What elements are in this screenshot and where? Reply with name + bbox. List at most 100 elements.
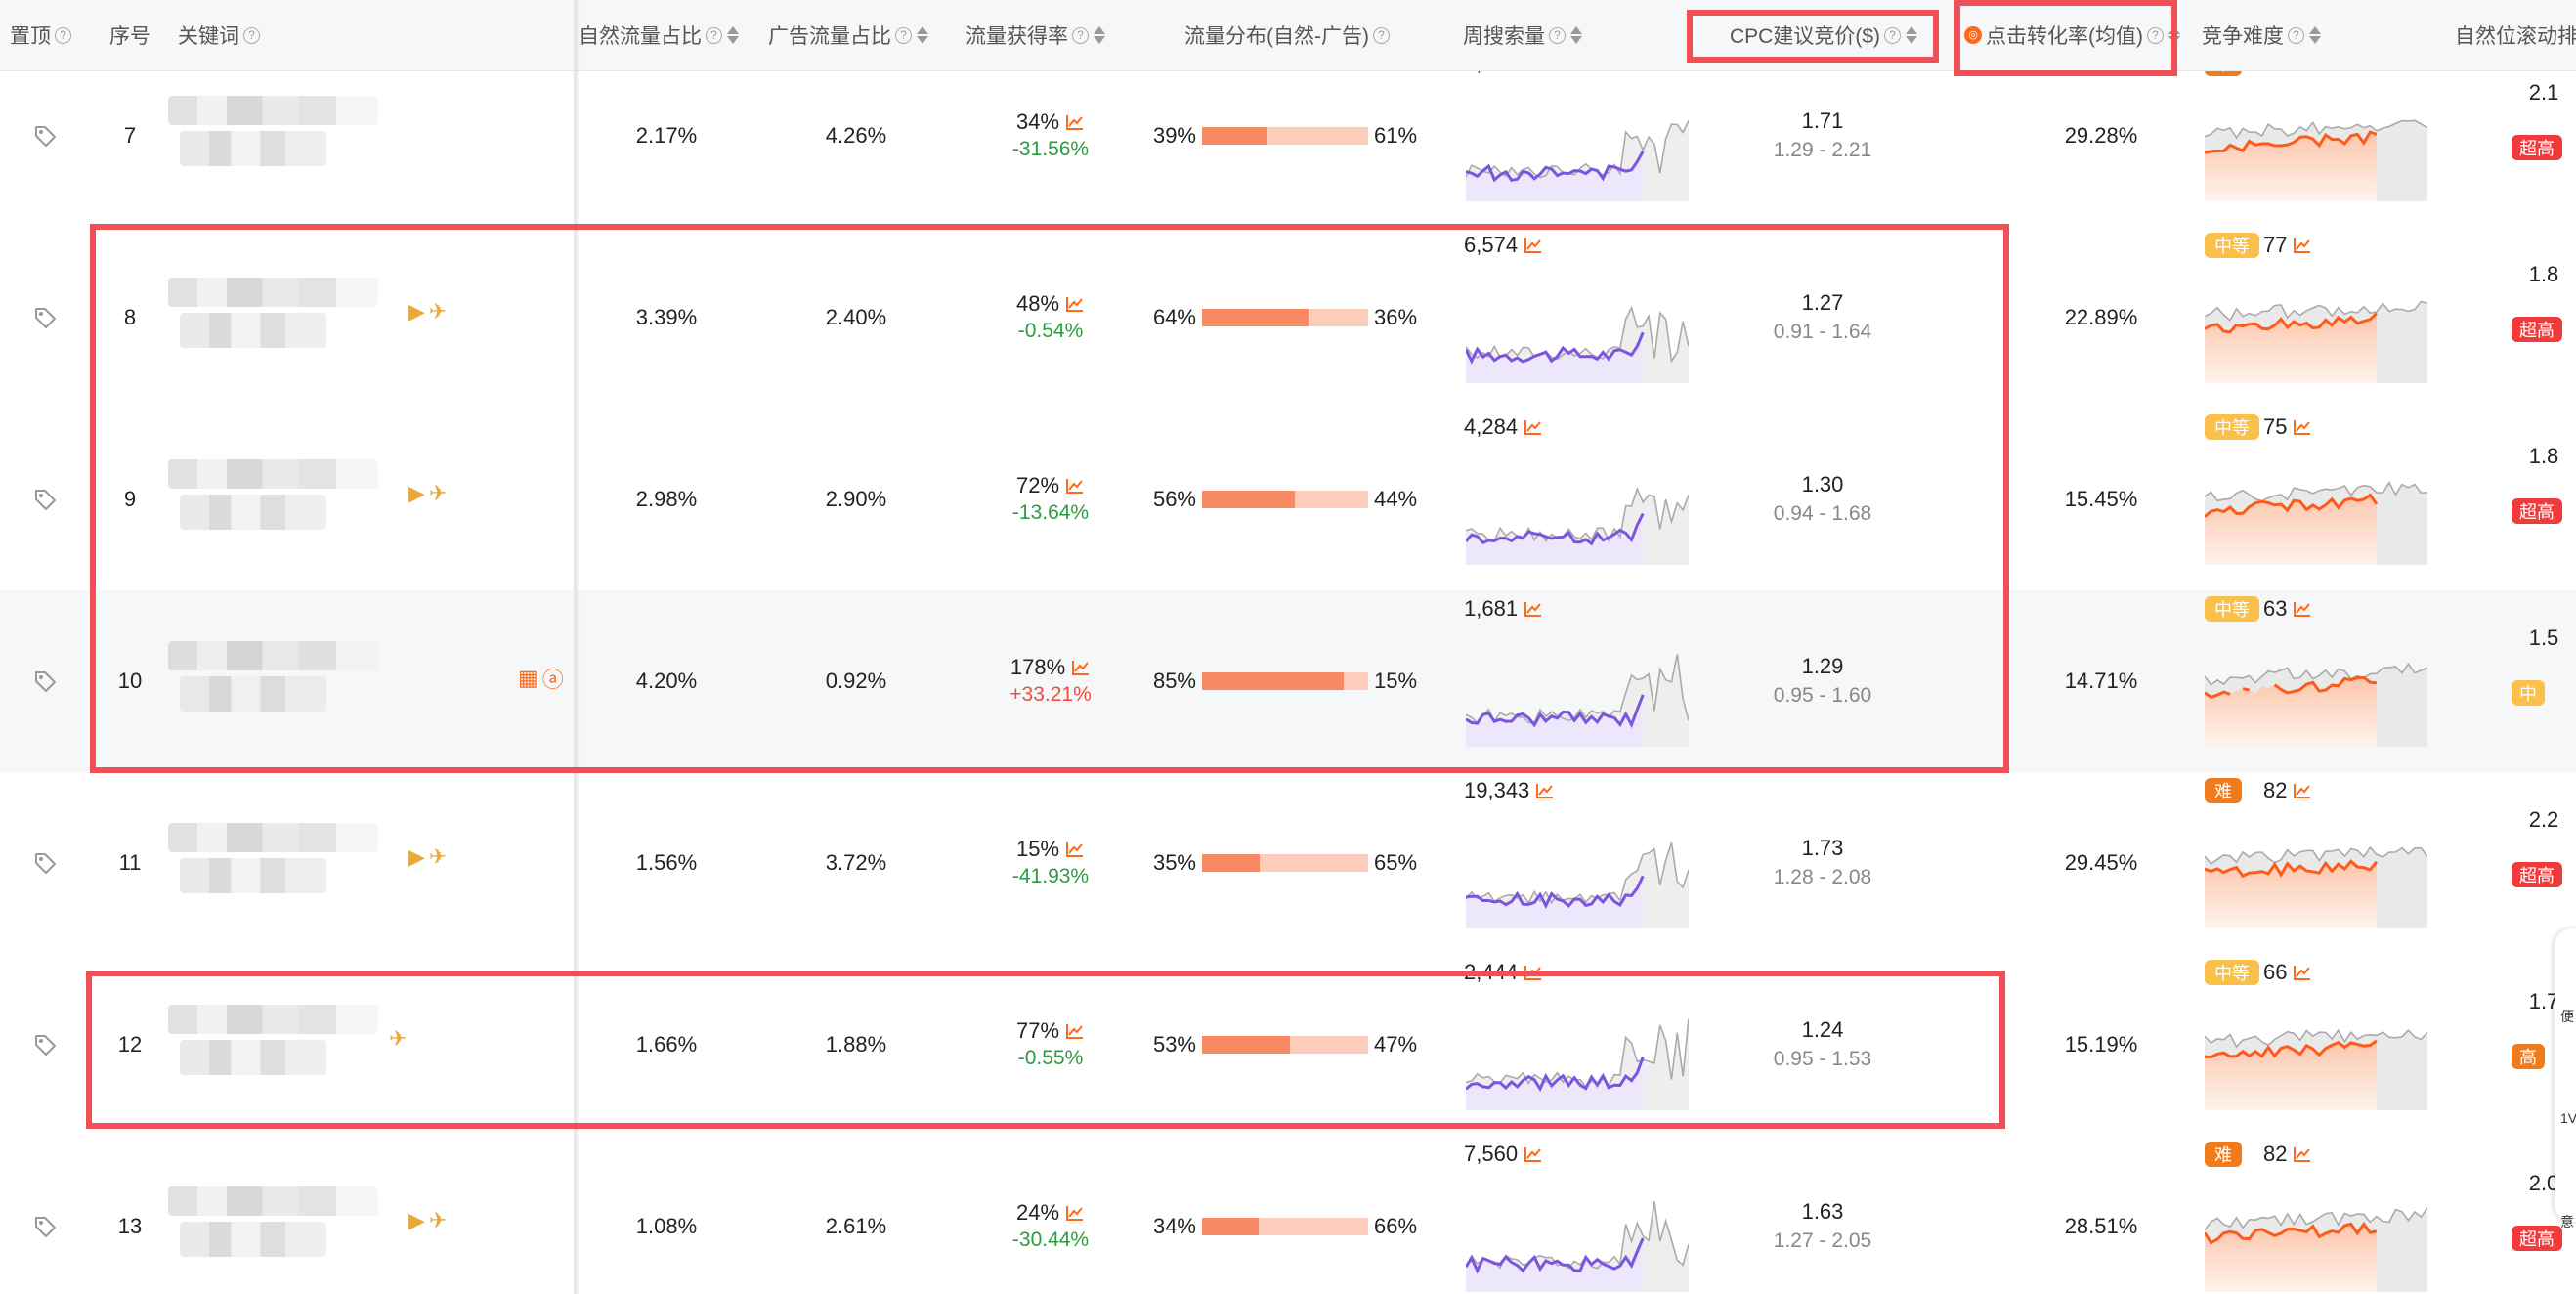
competition-sparkline[interactable]: [2205, 831, 2427, 928]
trend-chart-icon[interactable]: [1524, 237, 1543, 254]
weekly-search-sparkline[interactable]: [1466, 811, 1689, 928]
pin-cell[interactable]: [14, 954, 76, 1136]
tag-icon[interactable]: [32, 1032, 58, 1057]
weekly-search-sparkline[interactable]: [1466, 1175, 1689, 1292]
tag-icon[interactable]: [32, 850, 58, 876]
trend-chart-icon[interactable]: [1065, 477, 1085, 495]
weekly-search-cell: 9,736: [1464, 45, 1698, 227]
weekly-search-sparkline[interactable]: [1466, 448, 1689, 565]
competition-sparkline[interactable]: [2205, 649, 2427, 747]
keyword-cell[interactable]: ▶︎ ✈︎: [166, 772, 569, 954]
trend-chart-icon[interactable]: [2293, 237, 2312, 254]
tag-icon[interactable]: [32, 669, 58, 694]
help-icon[interactable]: ?: [895, 26, 912, 44]
help-icon[interactable]: ?: [2147, 26, 2164, 44]
trend-chart-icon[interactable]: [2293, 1145, 2312, 1163]
distribution-natural-fill: [1202, 127, 1267, 145]
header-traffic-rate[interactable]: 流量获得率?: [966, 0, 1105, 70]
sort-icon[interactable]: [1570, 25, 1582, 45]
trend-chart-icon[interactable]: [1535, 782, 1555, 799]
competition-sparkline[interactable]: [2205, 1013, 2427, 1110]
trend-chart-icon[interactable]: [1065, 1022, 1085, 1040]
competition-sparkline[interactable]: [2205, 104, 2427, 201]
header-cpc[interactable]: CPC建议竞价($)?: [1730, 0, 1918, 70]
competition-sparkline[interactable]: [2205, 1194, 2427, 1292]
keyword-cell[interactable]: ▶︎ ✈︎: [166, 1136, 569, 1294]
header-ctr[interactable]: ◎ 点击转化率(均值)?: [1964, 0, 2180, 70]
sort-icon[interactable]: [2168, 25, 2180, 45]
keyword-blurred-text: [180, 131, 326, 166]
sort-icon[interactable]: [727, 25, 739, 45]
weekly-search-cell: 19,343: [1464, 772, 1698, 954]
trend-chart-icon[interactable]: [2293, 418, 2312, 436]
header-competition[interactable]: 竞争难度?: [2202, 0, 2321, 70]
pin-cell[interactable]: [14, 227, 76, 409]
weekly-search-cell: 1,681: [1464, 590, 1698, 772]
traffic-rate-cell: 48% -0.54%: [938, 227, 1134, 409]
sort-icon[interactable]: [1094, 25, 1105, 45]
keyword-blurred-text: [180, 1222, 326, 1257]
competition-sparkline[interactable]: [2205, 467, 2427, 565]
trend-chart-icon[interactable]: [1524, 964, 1543, 981]
trend-chart-icon[interactable]: [1065, 295, 1085, 313]
table-row[interactable]: 12 ✈︎ 1.66% 1.88% 77% -0.55% 53% 47% 2,4…: [0, 954, 2576, 1137]
sort-icon[interactable]: [2309, 25, 2321, 45]
trend-chart-icon[interactable]: [1524, 1145, 1543, 1163]
header-weekly-search[interactable]: 周搜索量?: [1463, 0, 1582, 70]
sort-icon[interactable]: [1906, 25, 1918, 45]
help-icon[interactable]: ?: [243, 26, 260, 44]
weekly-search-sparkline[interactable]: [1466, 993, 1689, 1110]
competition-sparkline[interactable]: [2205, 285, 2427, 383]
pin-cell[interactable]: [14, 590, 76, 772]
cpc-cell: 1.27 0.91 - 1.64: [1700, 227, 1945, 409]
sort-icon[interactable]: [917, 25, 928, 45]
help-icon[interactable]: ?: [1549, 26, 1566, 44]
table-row[interactable]: 11 ▶︎ ✈︎ 1.56% 3.72% 15% -41.93% 35% 65% …: [0, 772, 2576, 955]
pin-cell[interactable]: [14, 409, 76, 590]
tag-icon[interactable]: [32, 1214, 58, 1239]
keyword-cell[interactable]: [166, 45, 569, 227]
trend-chart-icon[interactable]: [1071, 659, 1091, 676]
header-ad-share[interactable]: 广告流量占比?: [768, 0, 928, 70]
table-row[interactable]: 7 2.17% 4.26% 34% -31.56% 39% 61% 9,736: [0, 45, 2576, 228]
header-natural-share[interactable]: 自然流量占比?: [579, 0, 739, 70]
help-icon[interactable]: ?: [706, 26, 722, 44]
ad-share-cell: 2.40%: [768, 227, 944, 409]
trend-chart-icon[interactable]: [2293, 782, 2312, 799]
header-pin[interactable]: 置顶?: [10, 0, 71, 70]
competition-level-badge: 难: [2205, 778, 2242, 803]
side-floating-panel[interactable]: 便 1V 意: [2555, 928, 2576, 1229]
table-row[interactable]: 8 ▶︎ ✈︎ 3.39% 2.40% 48% -0.54% 64% 36% 6,…: [0, 227, 2576, 410]
trend-chart-icon[interactable]: [1065, 841, 1085, 858]
weekly-search-sparkline[interactable]: [1466, 629, 1689, 747]
table-row[interactable]: 10 ▦ ⓐ 4.20% 0.92% 178% +33.21% 85% 15% 1…: [0, 590, 2576, 773]
table-row[interactable]: 13 ▶︎ ✈︎ 1.08% 2.61% 24% -30.44% 34% 66% …: [0, 1136, 2576, 1294]
distribution-bar: [1202, 854, 1368, 872]
ad-share-cell: 1.88%: [768, 954, 944, 1136]
weekly-search-sparkline[interactable]: [1466, 266, 1689, 383]
trend-chart-icon[interactable]: [2293, 600, 2312, 618]
help-icon[interactable]: ?: [55, 26, 71, 44]
keyword-cell[interactable]: ▶︎ ✈︎: [166, 227, 569, 409]
tag-icon[interactable]: [32, 305, 58, 330]
keyword-cell[interactable]: ✈︎: [166, 954, 569, 1136]
ad-share-cell: 3.72%: [768, 772, 944, 954]
help-icon[interactable]: ?: [1072, 26, 1089, 44]
pin-cell[interactable]: [14, 45, 76, 227]
table-row[interactable]: 9 ▶︎ ✈︎ 2.98% 2.90% 72% -13.64% 56% 44% 4…: [0, 409, 2576, 591]
keyword-cell[interactable]: ▶︎ ✈︎: [166, 409, 569, 590]
tag-icon[interactable]: [32, 487, 58, 512]
weekly-search-sparkline[interactable]: [1466, 84, 1689, 201]
trend-chart-icon[interactable]: [1065, 113, 1085, 131]
trend-chart-icon[interactable]: [2293, 964, 2312, 981]
help-icon[interactable]: ?: [2288, 26, 2304, 44]
help-icon[interactable]: ?: [1884, 26, 1902, 44]
keyword-cell[interactable]: ▦ ⓐ: [166, 590, 569, 772]
pin-cell[interactable]: [14, 1136, 76, 1294]
trend-chart-icon[interactable]: [1524, 600, 1543, 618]
trend-chart-icon[interactable]: [1524, 418, 1543, 436]
help-icon[interactable]: ?: [1372, 26, 1390, 44]
tag-icon[interactable]: [32, 123, 58, 149]
trend-chart-icon[interactable]: [1065, 1204, 1085, 1222]
pin-cell[interactable]: [14, 772, 76, 954]
